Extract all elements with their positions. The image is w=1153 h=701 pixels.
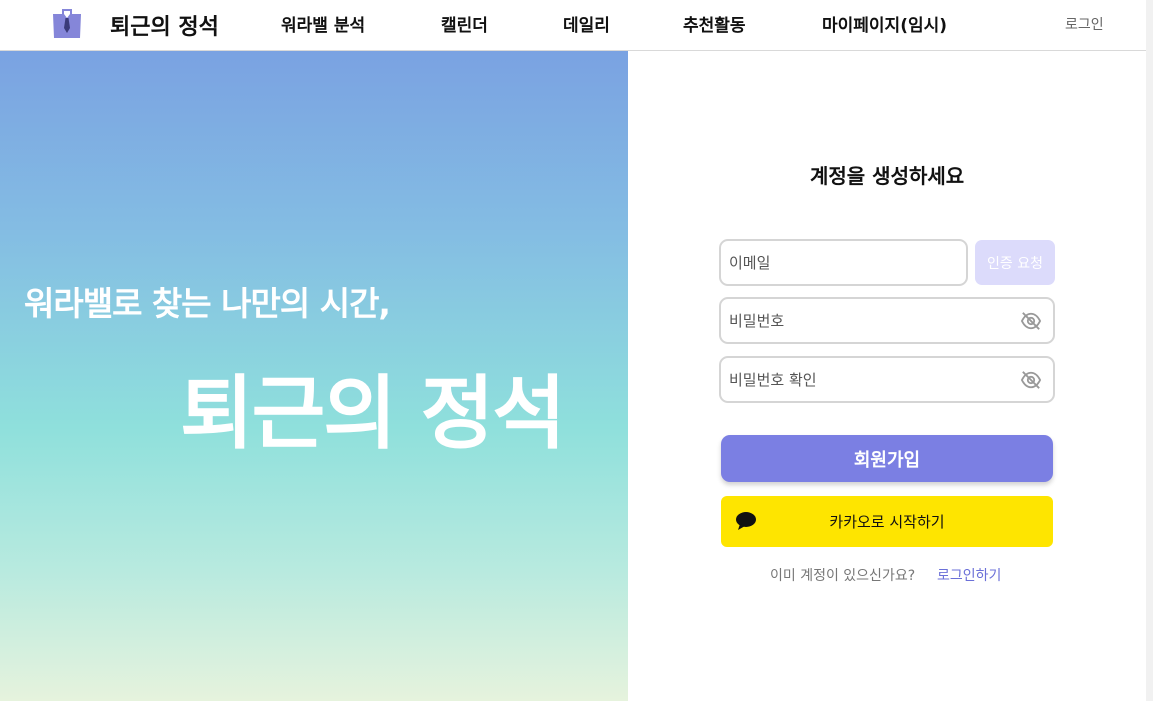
scrollbar[interactable] [1146, 0, 1153, 701]
speech-bubble-icon [736, 512, 756, 530]
password-confirm-input[interactable] [729, 358, 1009, 401]
nav-calendar[interactable]: 캘린더 [441, 11, 488, 36]
header-login-link[interactable]: 로그인 [1065, 14, 1104, 34]
eye-off-icon[interactable] [1020, 370, 1042, 390]
nav-recommended-activities[interactable]: 추천활동 [683, 11, 746, 36]
brand-title[interactable]: 퇴근의 정석 [110, 9, 219, 41]
top-navbar: 퇴근의 정석 워라밸 분석 캘린더 데일리 추천활동 마이페이지(임시) 로그인 [0, 0, 1146, 51]
eye-off-icon[interactable] [1020, 311, 1042, 331]
briefcase-logo-icon[interactable] [50, 6, 84, 40]
password-input[interactable] [729, 299, 1009, 342]
have-account-text: 이미 계정이 있으신가요? [770, 568, 916, 584]
kakao-start-button[interactable]: 카카오로 시작하기 [721, 496, 1053, 547]
email-input[interactable] [729, 241, 959, 284]
password-confirm-field[interactable] [719, 356, 1055, 403]
verify-request-button[interactable]: 인증 요청 [975, 240, 1055, 285]
nav-mypage[interactable]: 마이페이지(임시) [822, 11, 947, 36]
nav-daily[interactable]: 데일리 [563, 11, 610, 36]
nav-worklife-analysis[interactable]: 워라밸 분석 [281, 11, 365, 36]
form-title: 계정을 생성하세요 [810, 164, 965, 188]
password-field[interactable] [719, 297, 1055, 344]
kakao-button-label: 카카오로 시작하기 [829, 513, 945, 531]
email-field[interactable] [719, 239, 968, 286]
signup-button[interactable]: 회원가입 [721, 435, 1053, 482]
login-link[interactable]: 로그인하기 [937, 565, 1001, 585]
hero-title: 퇴근의 정석 [180, 367, 566, 460]
hero-panel: 워라밸로 찾는 나만의 시간, 퇴근의 정석 [0, 51, 628, 701]
hero-subtitle: 워라밸로 찾는 나만의 시간, [24, 284, 391, 323]
